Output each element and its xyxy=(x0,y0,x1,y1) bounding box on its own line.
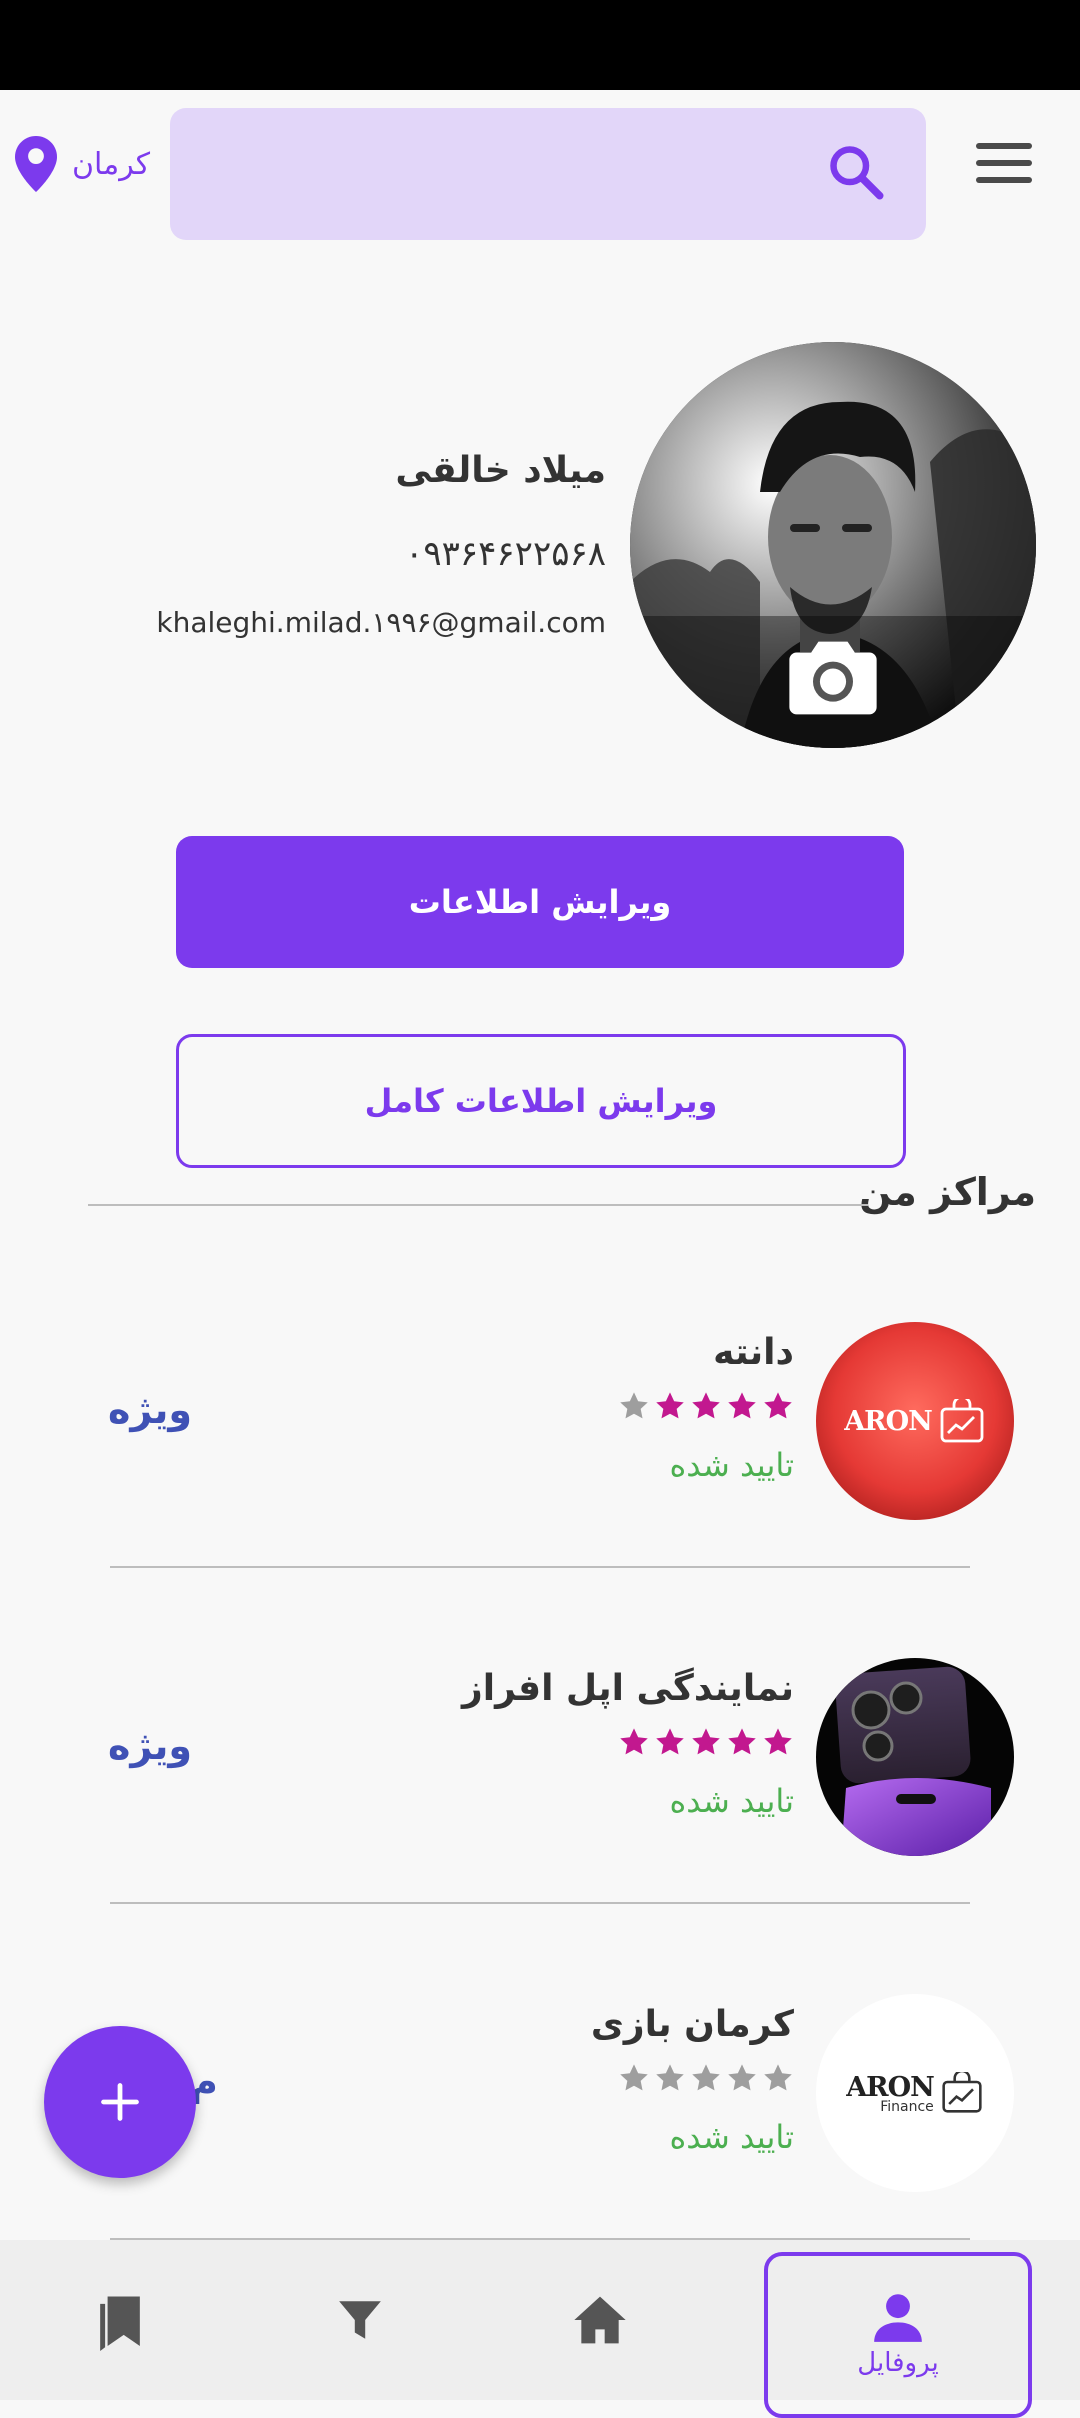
chart-bag-icon xyxy=(940,1399,984,1443)
menu-button[interactable] xyxy=(976,143,1032,183)
section-divider xyxy=(88,1204,868,1206)
filter-icon xyxy=(339,2301,381,2339)
center-logo: ARON Finance xyxy=(816,1994,1014,2192)
star-icon xyxy=(620,2064,648,2091)
verified-status: تایید شده xyxy=(669,1446,794,1484)
nav-profile-content: پروفایل xyxy=(768,2256,1028,2414)
nav-profile-label: پروفایل xyxy=(857,2348,939,2378)
bookmarks-icon xyxy=(100,2296,140,2351)
nav-profile[interactable]: پروفایل xyxy=(764,2252,1032,2418)
star-icon xyxy=(620,1728,648,1755)
star-icon xyxy=(728,2064,756,2091)
person-icon xyxy=(874,2294,922,2342)
location-selector[interactable]: کرمان xyxy=(14,134,150,194)
center-item[interactable]: نمایندگی اپل افراز تایید شده ویژه xyxy=(0,1658,1080,1958)
profile-phone: ۰۹۳۶۴۶۲۲۵۶۸ xyxy=(405,534,606,574)
verified-status: تایید شده xyxy=(669,2118,794,2156)
profile-avatar[interactable] xyxy=(630,342,1036,748)
location-label: کرمان xyxy=(72,146,151,182)
bottom-navigation: پروفایل xyxy=(0,2240,1080,2418)
center-logo-wordmark: ARON Finance xyxy=(846,2072,935,2115)
menu-icon xyxy=(976,143,1032,149)
center-name: کرمان بازی xyxy=(590,2004,794,2045)
chart-bag-icon xyxy=(942,2072,982,2113)
top-bar: کرمان xyxy=(0,90,1080,250)
section-title-my-centers: مراکز من xyxy=(859,1170,1036,1214)
premium-badge: ویژه xyxy=(108,1388,192,1432)
center-item[interactable]: ARON دانته تایید شده ویژه xyxy=(0,1322,1080,1622)
center-logo xyxy=(816,1658,1014,1856)
home-icon xyxy=(574,2296,626,2344)
star-icon xyxy=(764,1728,792,1755)
star-icon xyxy=(728,1392,756,1419)
nav-filter[interactable] xyxy=(310,2240,410,2400)
item-divider xyxy=(110,1902,970,1904)
location-pin-icon xyxy=(15,136,57,192)
nav-bookmarks[interactable] xyxy=(70,2240,170,2400)
plus-icon xyxy=(101,2083,139,2121)
star-icon xyxy=(764,2064,792,2091)
star-icon xyxy=(728,1728,756,1755)
iphone-image xyxy=(835,1666,991,1856)
center-name: دانته xyxy=(713,1332,794,1373)
add-fab-button[interactable] xyxy=(44,2026,196,2178)
star-icon xyxy=(656,2064,684,2091)
verified-status: تایید شده xyxy=(669,1782,794,1820)
search-input[interactable] xyxy=(170,108,926,240)
center-name: نمایندگی اپل افراز xyxy=(462,1668,794,1709)
profile-name: میلاد خالقی xyxy=(395,450,606,491)
star-icon xyxy=(764,1392,792,1419)
center-logo-subtext: Finance xyxy=(880,2098,934,2115)
center-logo: ARON xyxy=(816,1322,1014,1520)
rating-stars xyxy=(618,2062,794,2094)
camera-icon[interactable] xyxy=(788,638,878,718)
edit-info-button[interactable]: ویرایش اطلاعات xyxy=(176,836,904,968)
star-icon xyxy=(656,1392,684,1419)
profile-email: khaleghi.milad.۱۹۹۶@gmail.com xyxy=(156,606,606,639)
item-divider xyxy=(110,1566,970,1568)
nav-home[interactable] xyxy=(550,2240,650,2400)
premium-badge: ویژه xyxy=(108,1724,192,1768)
rating-stars xyxy=(618,1726,794,1758)
center-logo-text: ARON xyxy=(844,1405,933,1437)
status-bar xyxy=(0,0,1080,90)
star-icon xyxy=(692,1728,720,1755)
edit-full-info-button[interactable]: ویرایش اطلاعات کامل xyxy=(176,1034,906,1168)
star-icon xyxy=(692,1392,720,1419)
star-icon xyxy=(620,1392,648,1419)
star-icon xyxy=(692,2064,720,2091)
star-icon xyxy=(656,1728,684,1755)
rating-stars xyxy=(618,1390,794,1422)
search-icon[interactable] xyxy=(826,142,886,202)
